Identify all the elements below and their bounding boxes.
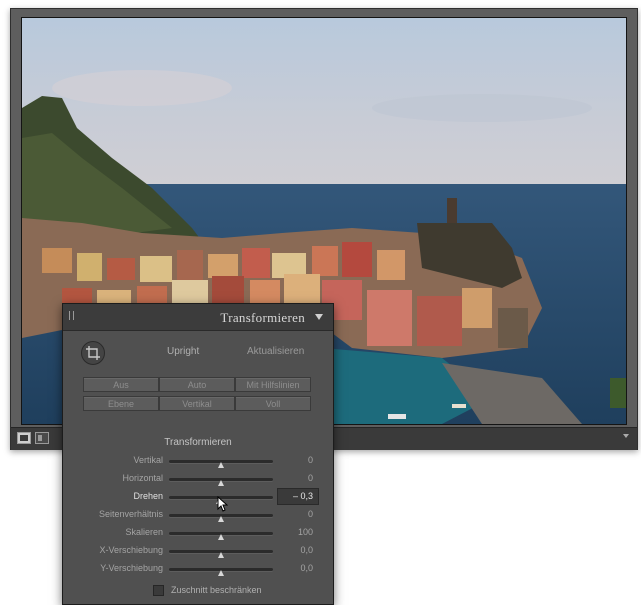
slider-thumb[interactable] (218, 570, 224, 576)
transform-panel: Transformieren Upright Aktualisieren Aus… (62, 303, 334, 605)
slider-row: Horizontal 0 (63, 472, 333, 486)
slider-track[interactable] (169, 550, 273, 558)
slider-track[interactable] (169, 514, 273, 522)
slider-label: Y-Verschiebung (100, 563, 163, 573)
slider-thumb[interactable] (218, 462, 224, 468)
slider-row: Skalieren 100 (63, 526, 333, 540)
slider-value: 0 (307, 455, 313, 465)
slider-thumb[interactable] (218, 516, 224, 522)
slider-label: Skalieren (125, 527, 163, 537)
triangle-down-icon[interactable] (315, 314, 323, 320)
upright-off-button[interactable]: Aus (83, 377, 159, 392)
slider-label: Horizontal (122, 473, 163, 483)
slider-thumb[interactable] (218, 534, 224, 540)
slider-value: 0,0 (300, 563, 313, 573)
upright-guided-button[interactable]: Mit Hilfslinien (235, 377, 311, 392)
upright-full-button[interactable]: Voll (235, 396, 311, 411)
slider-row: Vertikal 0 (63, 454, 333, 468)
upright-label: Upright (167, 346, 200, 357)
slider-track[interactable] (169, 532, 273, 540)
slider-thumb[interactable] (218, 552, 224, 558)
constrain-crop-label: Zuschnitt beschränken (171, 585, 262, 595)
slider-track[interactable] (169, 568, 273, 576)
slider-value: 0 (307, 473, 313, 483)
slider-label: X-Verschiebung (99, 545, 163, 555)
panel-title: Transformieren (220, 310, 305, 325)
slider-row: Drehen – 0,3 (63, 488, 333, 505)
mouse-pointer-icon (217, 496, 228, 512)
panel-header[interactable]: Transformieren (63, 304, 333, 331)
upright-vertical-button[interactable]: Vertikal (159, 396, 235, 411)
upright-auto-button[interactable]: Auto (159, 377, 235, 392)
upright-level-button[interactable]: Ebene (83, 396, 159, 411)
slider-value[interactable]: – 0,3 (293, 491, 313, 501)
slider-label: Vertikal (133, 455, 163, 465)
slider-row: X-Verschiebung 0,0 (63, 544, 333, 558)
compare-view-icon[interactable] (35, 432, 49, 444)
constrain-crop-checkbox[interactable] (153, 585, 164, 596)
chevron-down-icon[interactable] (623, 434, 629, 438)
slider-row: Seitenverhältnis 0 (63, 508, 333, 522)
slider-value: 100 (297, 527, 313, 537)
slider-row: Y-Verschiebung 0,0 (63, 562, 333, 576)
slider-label: Seitenverhältnis (98, 509, 163, 519)
slider-track[interactable] (169, 460, 273, 468)
single-view-icon[interactable] (17, 432, 31, 444)
section-title: Transformieren (164, 437, 232, 448)
slider-track[interactable] (169, 478, 273, 486)
crop-icon[interactable] (81, 341, 105, 365)
slider-thumb[interactable] (218, 480, 224, 486)
update-button[interactable]: Aktualisieren (247, 346, 304, 357)
grip-icon[interactable] (69, 311, 74, 320)
slider-value: 0,0 (300, 545, 313, 555)
slider-value: 0 (307, 509, 313, 519)
slider-label: Drehen (133, 491, 163, 501)
